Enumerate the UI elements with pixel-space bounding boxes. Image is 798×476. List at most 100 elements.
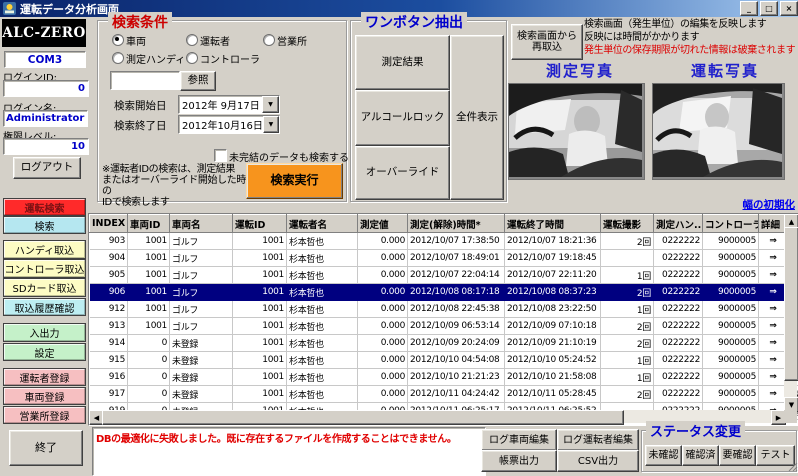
cell-measure_time: 2012/10/07 17:38:50 — [408, 233, 505, 250]
cell-end_time: 2012/10/07 19:18:45 — [505, 250, 601, 267]
cell-handy: 0222222 — [654, 386, 703, 403]
column-header-vehicle_name[interactable]: 車両名 — [170, 215, 233, 233]
search-start-dropdown[interactable]: 2012年 9月17日 ▼ — [178, 95, 280, 114]
cell-value: 0.000 — [358, 352, 408, 369]
vertical-scrollbar[interactable]: ▲ ▼ — [784, 214, 797, 410]
nav-io-button[interactable]: 入出力 — [3, 323, 86, 342]
nav-vehicle-register-button[interactable]: 車両登録 — [3, 387, 86, 405]
column-header-handy[interactable]: 測定ハン.. — [654, 215, 703, 233]
nav-sdcard-import-button[interactable]: SDカード取込 — [3, 278, 86, 297]
search-keyword-input[interactable] — [110, 71, 180, 90]
column-header-index[interactable]: INDEX — [90, 215, 128, 233]
incomplete-checkbox-label[interactable]: 未完結のデータも検索する — [229, 149, 349, 164]
nav-handy-import-button[interactable]: ハンディ取込 — [3, 240, 86, 259]
search-execute-button[interactable]: 検索実行 — [246, 163, 343, 199]
maximize-button[interactable]: □ — [760, 1, 778, 16]
browse-button[interactable]: 参照 — [180, 71, 216, 91]
table-row[interactable]: 9160未登録1001杉本哲也0.0002012/10/10 21:21:232… — [90, 369, 798, 386]
column-header-value[interactable]: 測定値 — [358, 215, 408, 233]
minimize-button[interactable]: _ — [740, 1, 758, 16]
cell-controller: 9000005 — [703, 386, 759, 403]
cell-vehicle_name: ゴルフ — [170, 267, 233, 284]
status-confirmed-button[interactable]: 確認済 — [682, 445, 719, 466]
cell-vehicle_id: 1001 — [128, 301, 170, 318]
status-unconfirmed-button[interactable]: 未確認 — [645, 445, 682, 466]
radio-controller-label[interactable]: コントローラ — [200, 51, 260, 66]
table-row[interactable]: 9170未登録1001杉本哲也0.0002012/10/11 04:24:422… — [90, 386, 798, 403]
column-header-vehicle_id[interactable]: 車両ID — [128, 215, 170, 233]
radio-handy[interactable] — [112, 52, 124, 64]
cell-end_time: 2012/10/10 05:24:52 — [505, 352, 601, 369]
nav-import-history-button[interactable]: 取込履歴確認 — [3, 298, 86, 316]
vertical-scroll-thumb[interactable] — [784, 227, 798, 381]
column-width-reset-link[interactable]: 幅の初期化 — [700, 197, 795, 212]
nav-settings-button[interactable]: 設定 — [3, 343, 86, 361]
radio-vehicle[interactable] — [112, 34, 124, 46]
radio-vehicle-label[interactable]: 車両 — [126, 33, 146, 48]
nav-drive-search-button[interactable]: 運転検索 — [3, 198, 86, 216]
cell-index: 904 — [90, 250, 128, 267]
radio-handy-label[interactable]: 測定ハンディ — [126, 51, 185, 66]
horizontal-scroll-thumb[interactable] — [102, 410, 624, 425]
cell-driver_id: 1001 — [233, 284, 287, 301]
search-note-line3: IDで検索します — [102, 197, 248, 208]
nav-controller-import-button[interactable]: コントローラ取込 — [3, 259, 86, 278]
radio-office[interactable] — [263, 34, 275, 46]
cell-vehicle_name: 未登録 — [170, 335, 233, 352]
log-vehicle-edit-button[interactable]: ログ車両編集 — [481, 429, 557, 451]
column-header-driver_name[interactable]: 運転者名 — [287, 215, 358, 233]
cell-driver_name: 杉本哲也 — [287, 250, 358, 267]
cell-driver_name: 杉本哲也 — [287, 284, 358, 301]
cell-vehicle_id: 1001 — [128, 284, 170, 301]
table-row[interactable]: 9031001ゴルフ1001杉本哲也0.0002012/10/07 17:38:… — [90, 233, 798, 250]
cell-index: 913 — [90, 318, 128, 335]
com-port-value: COM3 — [28, 54, 62, 66]
incomplete-checkbox[interactable] — [214, 149, 227, 162]
status-needs-check-button[interactable]: 要確認 — [719, 445, 756, 466]
table-row[interactable]: 9150未登録1001杉本哲也0.0002012/10/10 04:54:082… — [90, 352, 798, 369]
radio-controller[interactable] — [186, 52, 198, 64]
reimport-button[interactable]: 検索画面から 再取込 — [511, 24, 583, 60]
measure-result-button[interactable]: 測定結果 — [355, 35, 450, 90]
radio-driver[interactable] — [186, 34, 198, 46]
table-header-row: INDEX車両ID車両名運転ID運転者名測定値測定(解除)時間*運転終了時間運転… — [90, 215, 798, 233]
radio-office-label[interactable]: 営業所 — [277, 33, 307, 48]
cell-vehicle_id: 1001 — [128, 318, 170, 335]
cell-handy: 0222222 — [654, 233, 703, 250]
cell-index: 912 — [90, 301, 128, 318]
nav-driver-register-button[interactable]: 運転者登録 — [3, 368, 86, 386]
exit-button[interactable]: 終了 — [9, 430, 83, 466]
column-header-measure_time[interactable]: 測定(解除)時間* — [408, 215, 505, 233]
table-row[interactable]: 9061001ゴルフ1001杉本哲也0.0002012/10/08 08:17:… — [90, 284, 798, 301]
cell-controller: 9000005 — [703, 250, 759, 267]
chevron-down-icon[interactable]: ▼ — [263, 116, 279, 133]
search-end-dropdown[interactable]: 2012年10月16日 ▼ — [178, 115, 280, 134]
log-driver-edit-button[interactable]: ログ運転者編集 — [557, 429, 639, 451]
override-button[interactable]: オーバーライド — [355, 146, 450, 200]
column-header-driver_id[interactable]: 運転ID — [233, 215, 287, 233]
search-conditions-group: 検索条件 車両 運転者 営業所 測定ハンディ コントローラ 参照 検索開始日 2… — [97, 20, 347, 202]
resize-grip[interactable] — [788, 462, 798, 472]
csv-output-button[interactable]: CSV出力 — [557, 450, 639, 472]
column-header-shots[interactable]: 運転撮影 — [601, 215, 654, 233]
cell-value: 0.000 — [358, 318, 408, 335]
column-header-controller[interactable]: コントローラ.. — [703, 215, 759, 233]
table-row[interactable]: 9041001ゴルフ1001杉本哲也0.0002012/10/07 18:49:… — [90, 250, 798, 267]
alcohol-lock-button[interactable]: アルコールロック — [355, 90, 450, 146]
chevron-down-icon[interactable]: ▼ — [262, 96, 279, 113]
table-row[interactable]: 9131001ゴルフ1001杉本哲也0.0002012/10/09 06:53:… — [90, 318, 798, 335]
measure-photo — [508, 83, 645, 180]
report-output-button[interactable]: 帳票出力 — [481, 450, 557, 472]
login-id-field[interactable]: 0 — [3, 80, 89, 97]
radio-driver-label[interactable]: 運転者 — [200, 33, 230, 48]
show-all-button[interactable]: 全件表示 — [450, 35, 504, 200]
logout-button[interactable]: ログアウト — [13, 157, 81, 179]
table-row[interactable]: 9051001ゴルフ1001杉本哲也0.0002012/10/07 22:04:… — [90, 267, 798, 284]
table-row[interactable]: 9121001ゴルフ1001杉本哲也0.0002012/10/08 22:45:… — [90, 301, 798, 318]
table-row[interactable]: 9140未登録1001杉本哲也0.0002012/10/09 20:24:092… — [90, 335, 798, 352]
cell-shots: 2回 — [601, 318, 654, 335]
close-button[interactable]: × — [780, 1, 798, 16]
nav-office-register-button[interactable]: 営業所登録 — [3, 406, 86, 424]
column-header-end_time[interactable]: 運転終了時間 — [505, 215, 601, 233]
nav-search-button[interactable]: 検索 — [3, 216, 86, 234]
